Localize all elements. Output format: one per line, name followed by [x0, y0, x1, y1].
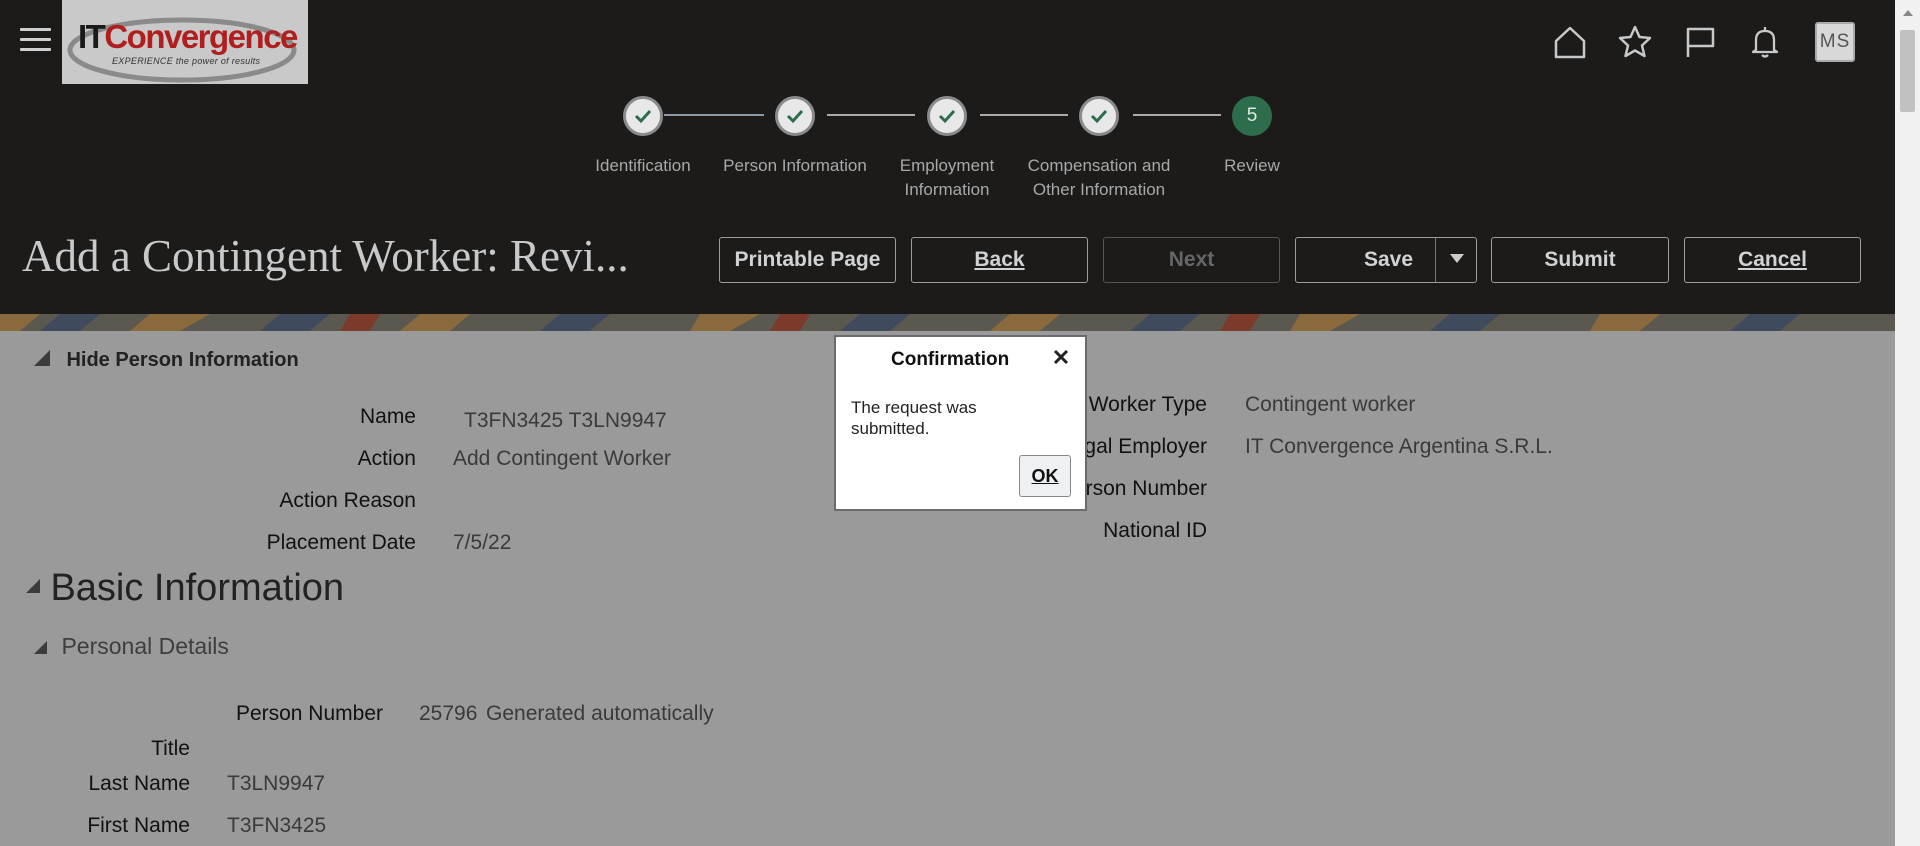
person-number-label: Person Number — [235, 702, 383, 725]
personal-details-toggle[interactable]: Personal Details — [34, 633, 229, 660]
check-icon — [775, 96, 815, 136]
first-name-value: T3FN3425 — [227, 814, 327, 837]
hide-person-info-label: Hide Person Information — [66, 349, 299, 371]
confirmation-dialog: Confirmation The request was submitted. … — [834, 335, 1087, 511]
worker-type-label: Worker Type — [1088, 393, 1207, 416]
dialog-message: The request was submitted. — [851, 398, 977, 438]
basic-information-section-toggle[interactable]: Basic Information — [26, 567, 344, 610]
train-stop-label: Person Information — [723, 156, 867, 175]
printable-page-button[interactable]: Printable Page — [719, 237, 896, 283]
ok-button[interactable]: OK — [1019, 455, 1071, 497]
logo-tagline: EXPERIENCE the power of results — [112, 56, 261, 66]
hide-person-info-toggle[interactable]: Hide Person Information — [34, 349, 299, 372]
action-value: Add Contingent Worker — [453, 447, 671, 470]
close-icon[interactable] — [1051, 347, 1071, 367]
collapse-icon — [34, 641, 47, 654]
cancel-button-label: Cancel — [1738, 248, 1807, 271]
train-stop-label: Compensation and Other Information — [1027, 156, 1171, 199]
first-name-label: First Name — [87, 814, 190, 837]
bell-icon[interactable] — [1745, 22, 1785, 62]
last-name-label: Last Name — [88, 772, 190, 795]
menu-icon[interactable] — [20, 28, 51, 54]
logo-text-it: IT — [78, 18, 106, 55]
action-label: Action — [357, 447, 416, 470]
person-number-note: Generated automatically — [486, 702, 714, 725]
page-scrollbar[interactable] — [1895, 0, 1920, 846]
person-number-value: 25796 — [419, 702, 478, 725]
train-stop-person-information[interactable]: Person Information — [715, 96, 875, 178]
star-icon[interactable] — [1615, 22, 1655, 62]
train-stop-label: Review — [1224, 156, 1280, 175]
train-stop-label: Employment Information — [899, 156, 995, 199]
save-button[interactable]: Save — [1295, 237, 1477, 283]
collapse-icon — [26, 579, 40, 593]
basic-information-heading: Basic Information — [50, 567, 345, 609]
legal-employer-value: IT Convergence Argentina S.R.L. — [1245, 435, 1553, 458]
train-stop-review[interactable]: 5 Review — [1172, 96, 1332, 178]
train-stop-compensation[interactable]: Compensation and Other Information — [1019, 96, 1179, 202]
national-id-label: National ID — [1103, 519, 1207, 542]
back-button[interactable]: Back — [911, 237, 1088, 283]
train-stop-label: Identification — [595, 156, 691, 175]
page-title: Add a Contingent Worker: Revi... — [22, 231, 629, 281]
dialog-title: Confirmation — [891, 349, 1010, 370]
title-label: Title — [151, 737, 190, 760]
back-button-label: Back — [974, 248, 1025, 271]
placement-date-value: 7/5/22 — [453, 531, 512, 554]
next-button[interactable]: Next — [1103, 237, 1280, 283]
collapse-icon — [34, 350, 50, 366]
placement-date-label: Placement Date — [266, 531, 416, 554]
save-dropdown-icon[interactable] — [1450, 254, 1464, 263]
scrollbar-thumb[interactable] — [1900, 30, 1915, 112]
logo-text-convergence: Convergence — [104, 18, 298, 55]
name-label: Name — [359, 405, 416, 428]
company-logo[interactable]: ITConvergence EXPERIENCE the power of re… — [62, 0, 308, 84]
train-stop-number: 5 — [1232, 96, 1272, 136]
process-train: Identification Person Information Employ… — [0, 96, 1895, 206]
save-button-label: Save — [1364, 248, 1414, 271]
cancel-button[interactable]: Cancel — [1684, 237, 1861, 283]
last-name-value: T3LN9947 — [227, 772, 326, 795]
decorative-banner — [0, 314, 1895, 331]
app-header: ITConvergence EXPERIENCE the power of re… — [0, 0, 1895, 314]
train-stop-identification[interactable]: Identification — [563, 96, 723, 178]
flag-icon[interactable] — [1680, 22, 1720, 62]
check-icon — [927, 96, 967, 136]
scroll-up-icon[interactable] — [1903, 10, 1913, 16]
user-avatar[interactable]: MS — [1815, 22, 1855, 62]
banner-pattern-icon — [0, 314, 1895, 331]
worker-type-value: Contingent worker — [1245, 393, 1416, 416]
home-icon[interactable] — [1550, 22, 1590, 62]
check-icon — [623, 96, 663, 136]
train-stop-employment-information[interactable]: Employment Information — [867, 96, 1027, 202]
global-toolbar: MS — [1525, 22, 1855, 62]
name-value: T3FN3425 T3LN9947 — [464, 409, 667, 432]
personal-details-heading: Personal Details — [61, 633, 229, 659]
submit-button[interactable]: Submit — [1491, 237, 1669, 283]
action-reason-label: Action Reason — [279, 489, 416, 512]
check-icon — [1079, 96, 1119, 136]
